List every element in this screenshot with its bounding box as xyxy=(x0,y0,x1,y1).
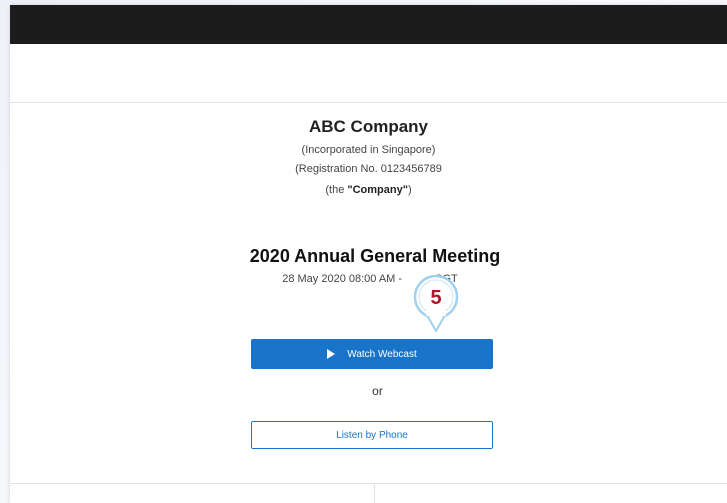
top-bar xyxy=(10,5,727,44)
listen-by-phone-label: Listen by Phone xyxy=(336,429,408,441)
registration-text: (Registration No. 0123456789 xyxy=(295,163,442,175)
alias-suffix: ) xyxy=(407,184,412,196)
company-name: ABC Company xyxy=(308,117,428,136)
alias-prefix: (the xyxy=(325,184,348,196)
bottom-divider xyxy=(10,483,727,484)
callout-pointer-mask xyxy=(426,311,446,316)
meeting-panel: ABC Company (Incorporated in Singapore) … xyxy=(10,103,727,483)
meeting-date-start: 28 May 2020 08:00 AM - xyxy=(282,273,406,285)
sub-header xyxy=(10,44,727,103)
meeting-datetime: 28 May 2020 08:00 AM - SGT xyxy=(10,273,727,285)
listen-by-phone-button[interactable]: Listen by Phone xyxy=(251,421,493,449)
callout-pointer xyxy=(426,314,446,332)
step-callout: 5 xyxy=(413,275,459,332)
alias-name: "Company" xyxy=(347,184,408,196)
watch-webcast-button[interactable]: Watch Webcast xyxy=(251,339,493,369)
bottom-column-divider xyxy=(374,484,375,503)
or-separator: or xyxy=(372,384,383,398)
callout-number: 5 xyxy=(430,287,441,309)
play-icon xyxy=(327,349,336,359)
app-window: ABC Company (Incorporated in Singapore) … xyxy=(10,5,727,503)
meeting-title: 2020 Annual General Meeting xyxy=(249,246,501,266)
company-alias-text: (the "Company") xyxy=(10,184,727,196)
watch-webcast-label: Watch Webcast xyxy=(347,348,417,360)
incorporation-text: (Incorporated in Singapore) xyxy=(301,144,436,156)
